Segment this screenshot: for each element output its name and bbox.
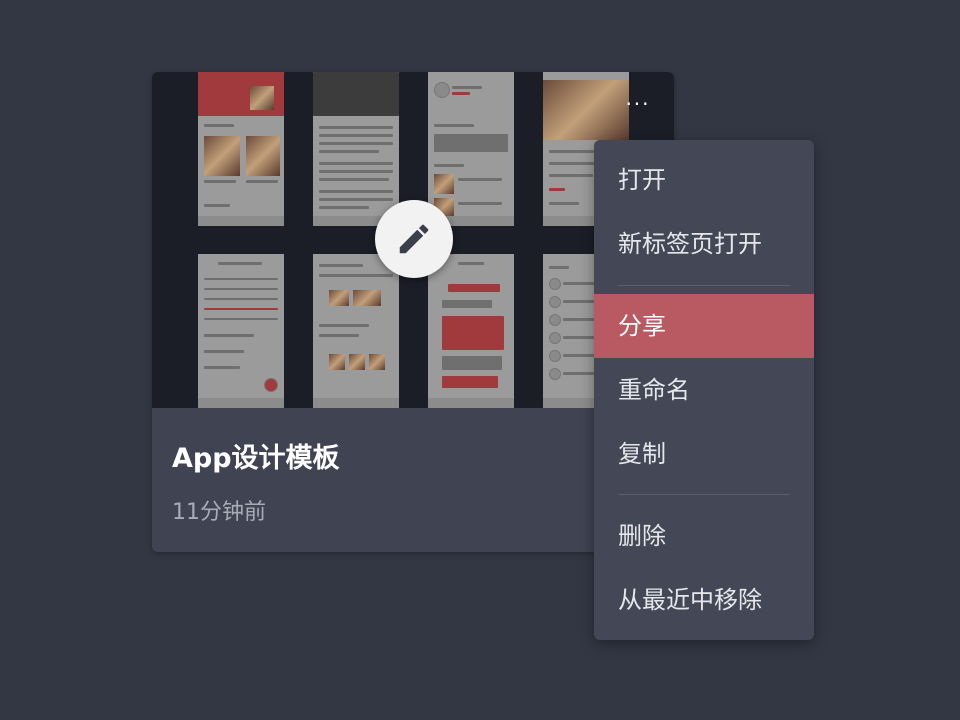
thumbnail-screen (198, 254, 284, 408)
menu-item-share[interactable]: 分享 (594, 294, 814, 358)
context-menu: 打开 新标签页打开 分享 重命名 复制 删除 从最近中移除 (594, 140, 814, 640)
menu-divider (618, 494, 790, 495)
thumbnail-screen (313, 72, 399, 226)
more-options-button[interactable]: ··· (620, 92, 656, 116)
menu-item-remove-from-recent[interactable]: 从最近中移除 (594, 568, 814, 632)
menu-item-rename[interactable]: 重命名 (594, 358, 814, 422)
thumbnail-screen (198, 72, 284, 226)
thumbnail-screen (313, 254, 399, 408)
menu-item-open[interactable]: 打开 (594, 148, 814, 212)
thumbnail-screen (428, 72, 514, 226)
pencil-icon (399, 224, 429, 254)
file-modified-time: 11分钟前 (172, 500, 266, 525)
menu-item-open-new-tab[interactable]: 新标签页打开 (594, 212, 814, 276)
menu-item-duplicate[interactable]: 复制 (594, 422, 814, 486)
menu-divider (618, 285, 790, 286)
file-title: App设计模板 (172, 443, 340, 474)
thumbnail-screen (428, 254, 514, 408)
menu-item-delete[interactable]: 删除 (594, 504, 814, 568)
edit-button[interactable] (375, 200, 453, 278)
